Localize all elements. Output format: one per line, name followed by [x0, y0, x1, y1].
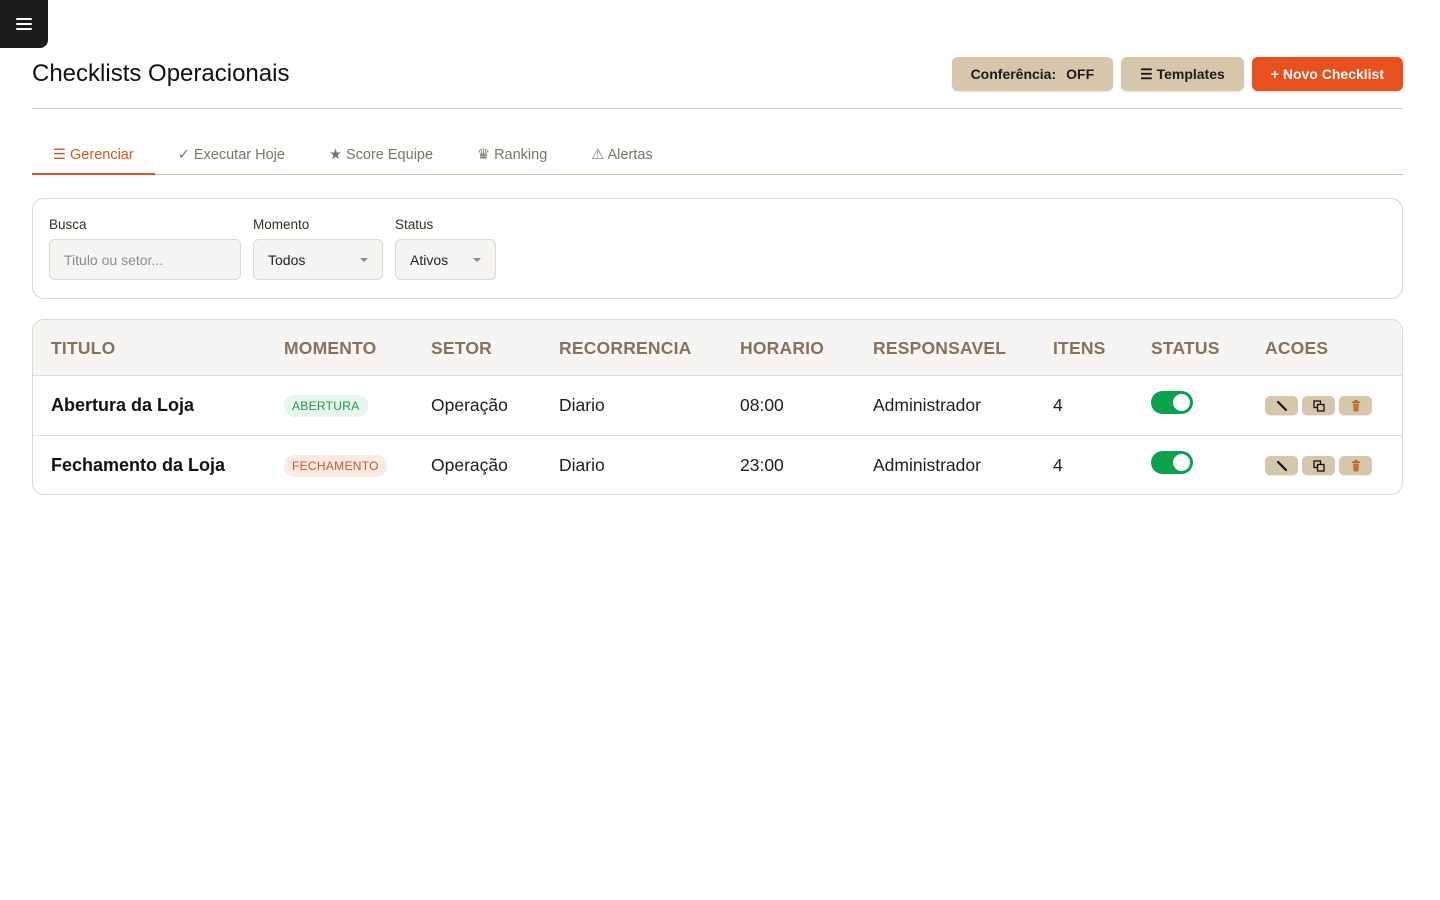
status-label: Status — [395, 217, 434, 232]
edit-button[interactable] — [1265, 396, 1298, 415]
col-momento[interactable]: MOMENTO — [284, 320, 376, 376]
duplicate-button[interactable] — [1302, 396, 1335, 415]
status-select-value: Ativos — [410, 251, 449, 268]
chevron-down-icon — [473, 257, 481, 262]
edit-button[interactable] — [1265, 456, 1298, 475]
row-status — [1151, 376, 1193, 435]
row-titulo: Abertura da Loja — [51, 395, 195, 415]
table-header: TITULO MOMENTO SETOR RECORRENCIA HORARIO… — [33, 320, 1402, 376]
row-recorrencia: Diario — [559, 395, 605, 415]
tab-label: ★ Score Equipe — [328, 147, 434, 163]
col-titulo[interactable]: TITULO — [51, 320, 115, 376]
page-header: Checklists Operacionais Conferência: OFF… — [32, 56, 1403, 109]
tab-label: ♛ Ranking — [477, 147, 548, 163]
momento-badge: FECHAMENTO — [284, 454, 387, 477]
filters-panel: Busca Momento Todos Status Ativos — [32, 198, 1403, 299]
tab-alertas[interactable]: ⚠ Alertas — [570, 136, 673, 174]
status-filter: Status Ativos — [395, 217, 496, 280]
col-status[interactable]: STATUS — [1151, 320, 1220, 376]
page-title: Checklists Operacionais — [32, 60, 290, 87]
col-setor[interactable]: SETOR — [431, 320, 492, 376]
row-responsavel: Administrador — [873, 455, 981, 475]
templates-button[interactable]: ☰ Templates — [1121, 57, 1244, 91]
row-itens: 4 — [1053, 395, 1063, 415]
table-row: Fechamento da Loja FECHAMENTO Operação D… — [33, 436, 1402, 494]
trash-icon — [1351, 459, 1360, 471]
checklists-table: TITULO MOMENTO SETOR RECORRENCIA HORARIO… — [32, 319, 1403, 495]
row-recorrencia: Diario — [559, 455, 605, 475]
row-titulo: Fechamento da Loja — [51, 455, 226, 475]
col-responsavel[interactable]: RESPONSAVEL — [873, 320, 1006, 376]
momento-filter: Momento Todos — [253, 217, 383, 280]
trash-icon — [1351, 399, 1360, 411]
tab-label: ☰ Gerenciar — [53, 146, 134, 163]
row-horario: 23:00 — [740, 455, 784, 475]
tab-gerenciar[interactable]: ☰ Gerenciar — [32, 136, 155, 175]
row-itens: 4 — [1053, 455, 1063, 475]
copy-icon — [1312, 399, 1325, 412]
chevron-down-icon — [360, 257, 368, 262]
toggle-knob — [1173, 394, 1190, 411]
tab-executar-hoje[interactable]: ✓ Executar Hoje — [157, 136, 306, 174]
tab-label: ✓ Executar Hoje — [177, 147, 285, 163]
row-actions — [1265, 396, 1372, 415]
status-toggle[interactable] — [1151, 451, 1193, 474]
conferencia-value: OFF — [1066, 66, 1095, 82]
pencil-icon — [1276, 400, 1287, 411]
col-acoes: ACOES — [1265, 337, 1329, 358]
menu-toggle-button[interactable] — [0, 0, 48, 48]
row-actions — [1265, 456, 1372, 475]
status-select[interactable]: Ativos — [395, 239, 496, 280]
row-responsavel: Administrador — [873, 395, 981, 415]
pencil-icon — [1276, 460, 1287, 471]
col-recorrencia[interactable]: RECORRENCIA — [559, 320, 692, 376]
row-status — [1151, 436, 1193, 494]
header-actions: Conferência: OFF ☰ Templates + Novo Chec… — [951, 57, 1403, 91]
tab-label: ⚠ Alertas — [591, 147, 653, 163]
momento-badge: ABERTURA — [284, 394, 368, 417]
conferencia-label: Conferência: — [970, 66, 1057, 82]
table-row: Abertura da Loja ABERTURA Operação Diari… — [33, 376, 1402, 436]
delete-button[interactable] — [1339, 456, 1372, 475]
row-acoes — [1265, 376, 1372, 435]
tab-ranking[interactable]: ♛ Ranking — [456, 136, 568, 174]
conferencia-toggle-button[interactable]: Conferência: OFF — [951, 57, 1114, 91]
hamburger-icon — [16, 17, 32, 31]
momento-select-value: Todos — [268, 251, 306, 268]
row-horario: 08:00 — [740, 395, 784, 415]
toggle-knob — [1173, 454, 1190, 471]
novo-checklist-label: + Novo Checklist — [1270, 66, 1384, 82]
busca-label: Busca — [49, 217, 87, 232]
momento-label: Momento — [253, 217, 310, 232]
templates-label: ☰ Templates — [1140, 65, 1225, 82]
row-setor: Operação — [431, 455, 508, 475]
momento-select[interactable]: Todos — [253, 239, 383, 280]
tab-score-equipe[interactable]: ★ Score Equipe — [308, 136, 454, 174]
novo-checklist-button[interactable]: + Novo Checklist — [1251, 57, 1403, 91]
col-itens[interactable]: ITENS — [1053, 320, 1106, 376]
busca-input[interactable] — [49, 239, 241, 280]
delete-button[interactable] — [1339, 396, 1372, 415]
status-toggle[interactable] — [1151, 391, 1193, 414]
row-momento: ABERTURA — [284, 376, 368, 435]
col-horario[interactable]: HORARIO — [740, 320, 824, 376]
tab-bar: ☰ Gerenciar ✓ Executar Hoje ★ Score Equi… — [32, 136, 1403, 175]
row-setor: Operação — [431, 395, 508, 415]
row-momento: FECHAMENTO — [284, 436, 387, 494]
row-acoes — [1265, 436, 1372, 494]
copy-icon — [1312, 459, 1325, 472]
busca-filter: Busca — [49, 217, 241, 280]
duplicate-button[interactable] — [1302, 456, 1335, 475]
